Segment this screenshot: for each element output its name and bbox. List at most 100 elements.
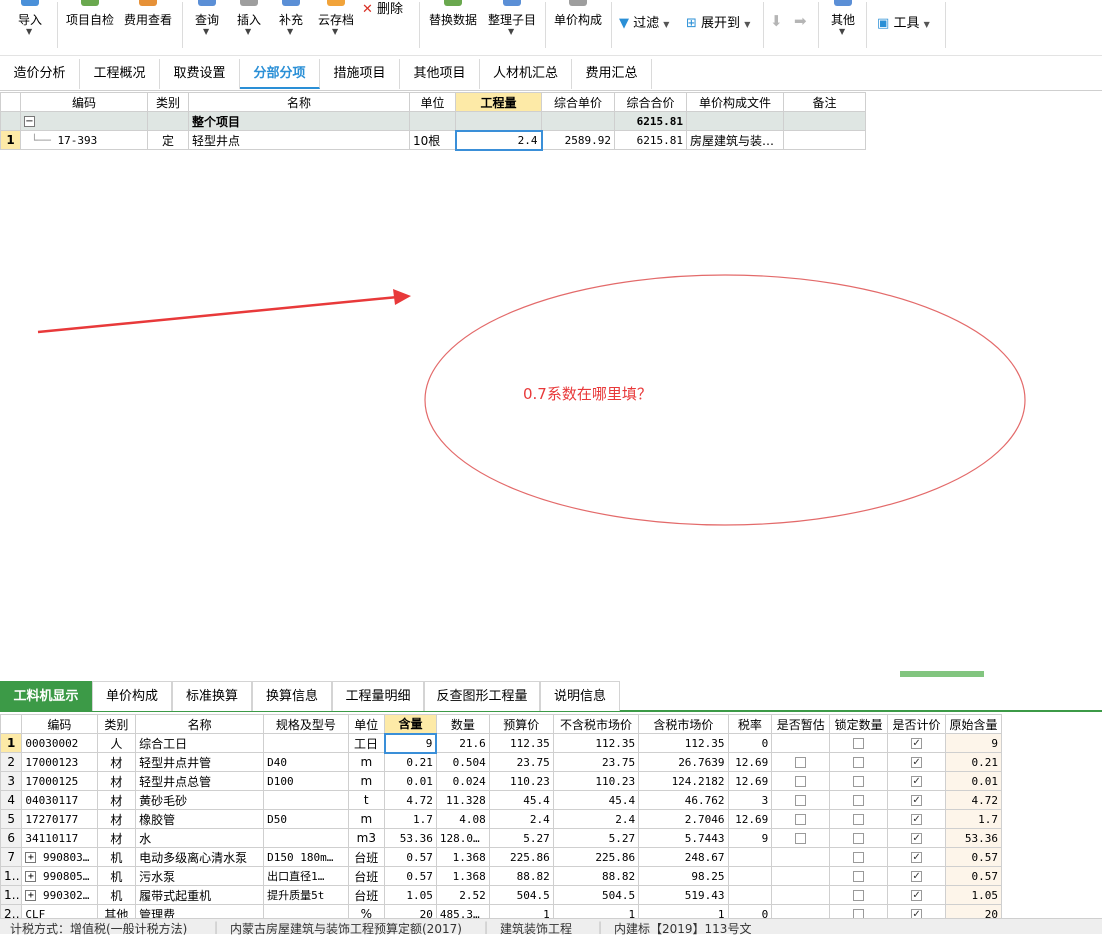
col-header-tax-rate[interactable]: 税率: [727, 714, 773, 734]
lock-qty-checkbox[interactable]: [853, 814, 865, 825]
lock-qty-checkbox[interactable]: [853, 776, 865, 787]
table-row[interactable]: 6 34110117 材 水 m3 53.36 128.064 5.27 5.27 5.7443 9…: [0, 828, 1002, 848]
table-row[interactable]: 2 17000123 材 轻型井点井管 D40 m 0.21 0.504 23.75 23.75 2…: [0, 752, 1002, 772]
col-header-lock-qty[interactable]: 锁定数量: [829, 714, 889, 734]
item-spec: 出口直径1…: [267, 870, 325, 883]
col-header-budget-price[interactable]: 预算价: [488, 714, 554, 734]
row-number[interactable]: 6: [0, 828, 23, 848]
lock-qty-checkbox[interactable]: [853, 833, 865, 844]
item-spec: 提升质量5t: [267, 889, 325, 902]
tab-unit-price-comp[interactable]: 单价构成: [92, 681, 172, 711]
item-type: 材: [110, 812, 123, 827]
col-header-name[interactable]: 名称: [135, 714, 265, 734]
row-number[interactable]: 7: [0, 847, 23, 867]
item-content: 53.36: [399, 831, 433, 845]
priced-checkbox[interactable]: [911, 833, 923, 844]
item-qty: 4.08: [459, 812, 486, 826]
provisional-checkbox[interactable]: [795, 833, 807, 844]
priced-checkbox[interactable]: [911, 795, 923, 806]
item-content: 9: [425, 736, 433, 750]
item-original-content: 1.05: [945, 885, 1002, 905]
lock-qty-checkbox[interactable]: [853, 871, 865, 882]
provisional-checkbox[interactable]: [795, 814, 807, 825]
priced-checkbox[interactable]: [911, 852, 923, 863]
table-row[interactable]: 4 04030117 材 黄砂毛砂 t 4.72 11.328 45.4 45.4 46.762 3…: [0, 790, 1002, 810]
item-tax-rate: 0: [761, 736, 769, 750]
item-code: 17000123: [25, 755, 79, 769]
item-unit: 台班: [354, 850, 379, 865]
table-row[interactable]: 5 17270177 材 橡胶管 D50 m 1.7 4.08 2.4 2.4 2.7046 12.6…: [0, 809, 1002, 829]
priced-checkbox[interactable]: [911, 871, 923, 882]
annotation-ellipse: [424, 274, 1026, 526]
tab-conversion-info[interactable]: 换算信息: [252, 681, 332, 711]
table-row[interactable]: 3 17000125 材 轻型井点总管 D100 m 0.01 0.024 110.23 110.…: [0, 771, 1002, 791]
row-number[interactable]: 13: [0, 866, 23, 886]
annotation-text: 0.7系数在哪里填？: [523, 385, 652, 403]
col-header-qty[interactable]: 数量: [435, 714, 490, 734]
row-number[interactable]: 2: [0, 752, 23, 772]
col-header-market-price-in-tax[interactable]: 含税市场价: [638, 714, 729, 734]
lock-qty-checkbox[interactable]: [853, 757, 865, 768]
table-row[interactable]: 19 + 990302… 机 履带式起重机 提升质量5t 台班 1.05 2.52 504.5 5…: [0, 885, 1002, 905]
item-unit: 台班: [354, 869, 379, 884]
col-header-type[interactable]: 类别: [96, 714, 137, 734]
item-qty: 1.368: [452, 850, 486, 864]
item-code: 04030117: [25, 793, 79, 807]
table-row[interactable]: 13 + 990805… 机 污水泵 出口直径1… 台班 0.57 1.368 88.82 88.…: [0, 866, 1002, 886]
item-tax-rate: 12.69: [735, 774, 769, 788]
row-number[interactable]: 4: [0, 790, 23, 810]
priced-checkbox[interactable]: [911, 757, 923, 768]
expand-toggle[interactable]: +: [25, 852, 37, 863]
priced-checkbox[interactable]: [911, 890, 923, 901]
panel-splitter-handle[interactable]: [900, 671, 984, 677]
col-header-priced[interactable]: 是否计价: [887, 714, 946, 734]
lock-qty-checkbox[interactable]: [853, 852, 865, 863]
item-code: 17000125: [25, 774, 79, 788]
col-header-spec[interactable]: 规格及型号: [263, 714, 349, 734]
tab-labor-material-display[interactable]: 工料机显示: [0, 681, 92, 711]
tab-quantity-detail[interactable]: 工程量明细: [332, 681, 424, 711]
priced-checkbox[interactable]: [911, 814, 923, 825]
labor-material-grid: 编码 类别 名称 规格及型号 单位 含量 数量 预算价 不含税市场价 含税市场价…: [0, 714, 1002, 924]
tab-description[interactable]: 说明信息: [540, 681, 620, 711]
expand-toggle[interactable]: +: [25, 890, 37, 901]
item-qty: 128.064: [439, 831, 487, 845]
provisional-checkbox[interactable]: [795, 757, 807, 768]
provisional-checkbox[interactable]: [795, 776, 807, 787]
col-header-unit[interactable]: 单位: [347, 714, 386, 734]
table-row[interactable]: 1 00030002 人 综合工日 工日 9 21.6 112.35 112.35 112.35 0…: [0, 732, 1002, 754]
item-market-price-ex-tax: 88.82: [602, 869, 636, 883]
item-name: 轻型井点井管: [139, 755, 212, 770]
item-tax-rate: 12.69: [735, 812, 769, 826]
item-spec: D40: [267, 755, 288, 769]
lock-qty-checkbox[interactable]: [853, 795, 865, 806]
row-number[interactable]: 1: [0, 733, 23, 753]
item-unit: m: [360, 774, 373, 788]
table-row[interactable]: 7 + 990803… 机 电动多级离心清水泵 D150 180m… 台班 0.57 1.36…: [0, 847, 1002, 867]
priced-checkbox[interactable]: [911, 738, 923, 749]
item-unit: 工日: [354, 736, 379, 751]
col-header-provisional[interactable]: 是否暂估: [771, 714, 831, 734]
item-content: 0.57: [406, 850, 433, 864]
col-header-market-price-ex-tax[interactable]: 不含税市场价: [552, 714, 640, 734]
item-original-content: 4.72: [945, 790, 1002, 810]
item-content: 0.57: [406, 869, 433, 883]
row-number[interactable]: 3: [0, 771, 23, 791]
provisional-checkbox[interactable]: [795, 795, 807, 806]
item-market-price-in-tax: 26.7639: [678, 755, 725, 769]
col-header-original-content[interactable]: 原始含量: [945, 714, 1002, 734]
arrow-line: [37, 295, 399, 334]
col-header-code[interactable]: 编码: [21, 714, 98, 734]
expand-toggle[interactable]: +: [25, 871, 37, 882]
lock-qty-checkbox[interactable]: [853, 738, 865, 749]
status-quota: 内蒙古房屋建筑与装饰工程预算定额(2017): [230, 922, 462, 936]
tab-graphic-quantity[interactable]: 反查图形工程量: [424, 681, 540, 711]
col-header-content[interactable]: 含量: [384, 714, 437, 734]
tab-standard-conversion[interactable]: 标准换算: [172, 681, 252, 711]
row-number[interactable]: 19: [0, 885, 23, 905]
priced-checkbox[interactable]: [911, 776, 923, 787]
item-tax-rate: 12.69: [735, 755, 769, 769]
row-number[interactable]: 5: [0, 809, 23, 829]
lock-qty-checkbox[interactable]: [853, 890, 865, 901]
item-market-price-ex-tax: 110.23: [595, 774, 636, 788]
